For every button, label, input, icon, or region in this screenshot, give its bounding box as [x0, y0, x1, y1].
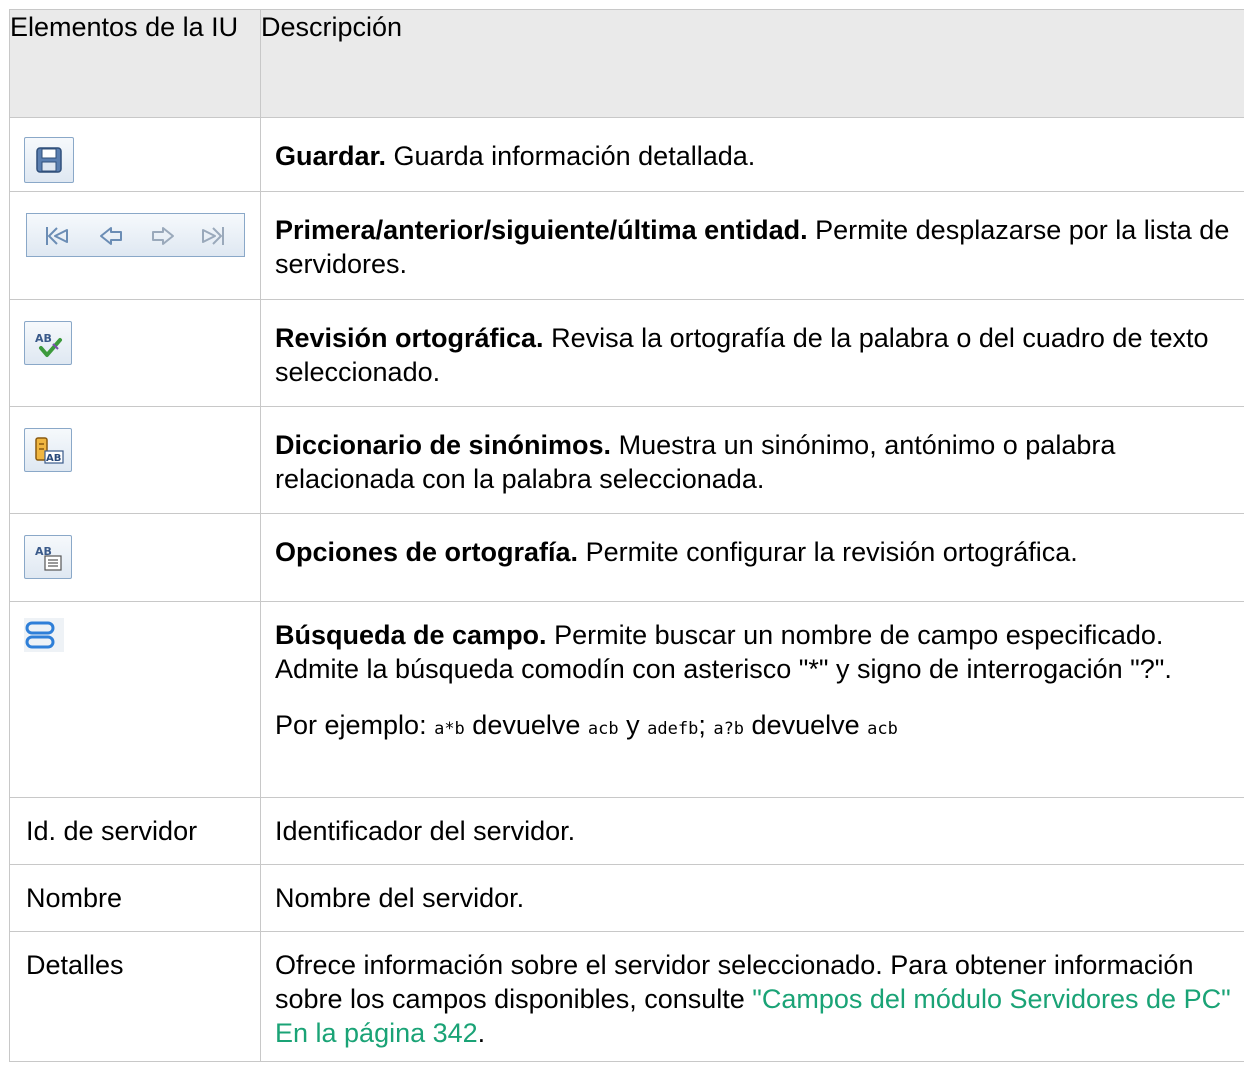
first-entity-icon[interactable]: [43, 224, 71, 248]
table-row: Id. de servidor Identificador del servid…: [9, 797, 1244, 865]
last-entity-icon[interactable]: [199, 224, 227, 248]
code-sample: adefb: [647, 719, 699, 739]
entity-navigation-group: [26, 213, 245, 257]
thesaurus-button[interactable]: AB: [24, 428, 72, 472]
header-ui-elements: Elementos de la IU: [9, 9, 261, 118]
example-text: devuelve: [464, 710, 588, 740]
row-term: Primera/anterior/siguiente/última entida…: [275, 215, 808, 245]
svg-text:AB: AB: [46, 453, 61, 464]
code-sample: acb: [867, 719, 898, 739]
table-row: Guardar. Guarda información detallada.: [9, 117, 1244, 192]
row-text: Identificador del servidor.: [260, 797, 1244, 865]
table-header-row: Elementos de la IU Descripción: [9, 9, 1244, 118]
row-term: Revisión ortográfica.: [275, 323, 544, 353]
row-term: Búsqueda de campo.: [275, 620, 547, 650]
spelling-options-button[interactable]: AB: [24, 535, 72, 579]
thesaurus-icon: AB: [35, 437, 64, 464]
table-row: AB Revisión ortográfica. Revisa la ortog…: [9, 299, 1244, 407]
row-text: Guarda información detallada.: [386, 141, 756, 171]
table-row: Detalles Ofrece información sobre el ser…: [9, 931, 1244, 1062]
row-term: Guardar.: [275, 141, 387, 171]
save-icon: [36, 147, 62, 173]
save-button[interactable]: [24, 137, 74, 183]
table-row: Primera/anterior/siguiente/última entida…: [9, 191, 1244, 300]
code-sample: a*b: [434, 719, 465, 739]
spelling-options-icon: AB: [35, 545, 62, 571]
row-text: Nombre del servidor.: [260, 864, 1244, 932]
row-term: Diccionario de sinónimos.: [275, 430, 612, 460]
example-text: ;: [698, 710, 714, 740]
table-row: AB Opciones de ortografía. Permite confi…: [9, 513, 1244, 602]
table-row: Nombre Nombre del servidor.: [9, 864, 1244, 932]
next-entity-icon[interactable]: [149, 224, 177, 248]
row-text: Permite configurar la revisión ortográfi…: [578, 537, 1078, 567]
row-label: Id. de servidor: [9, 797, 261, 865]
spell-check-button[interactable]: AB: [24, 321, 72, 365]
table-row: Búsqueda de campo. Permite buscar un nom…: [9, 601, 1244, 798]
header-description: Descripción: [260, 9, 1244, 118]
row-label: Detalles: [9, 931, 261, 1062]
field-search-button[interactable]: [24, 618, 64, 652]
search-example: Por ejemplo: a*b devuelve acb y adefb; a…: [275, 708, 1235, 746]
code-sample: acb: [587, 719, 619, 739]
table-row: AB Diccionario de sinónimos. Muestra un …: [9, 406, 1244, 514]
example-prefix: Por ejemplo:: [275, 710, 435, 740]
example-text: y: [618, 710, 648, 740]
previous-entity-icon[interactable]: [97, 224, 125, 248]
example-text: devuelve: [744, 710, 868, 740]
code-sample: a?b: [713, 719, 745, 739]
ui-elements-table: Elementos de la IU Descripción Guardar. …: [9, 9, 1244, 1062]
svg-text:AB: AB: [35, 332, 52, 345]
row-text-end: .: [477, 1018, 486, 1048]
field-search-icon: [24, 618, 64, 652]
spell-check-icon: AB: [35, 332, 62, 357]
row-term: Opciones de ortografía.: [275, 537, 579, 567]
row-label: Nombre: [9, 864, 261, 932]
